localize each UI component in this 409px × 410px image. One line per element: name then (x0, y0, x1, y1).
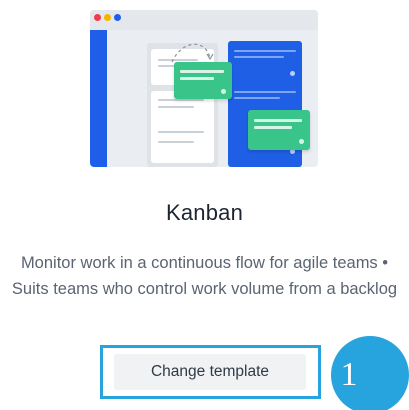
step-number-badge: 1 (331, 336, 409, 410)
illustration-card-moved (248, 110, 310, 150)
illustration-card-moving (174, 62, 232, 99)
template-title: Kanban (165, 200, 244, 225)
template-description: Monitor work in a continuous flow for ag… (11, 254, 398, 298)
kanban-board-illustration (90, 10, 318, 167)
template-card: Kanban Monitor work in a continuous flow… (0, 0, 409, 410)
change-template-button[interactable]: Change template (114, 354, 306, 390)
